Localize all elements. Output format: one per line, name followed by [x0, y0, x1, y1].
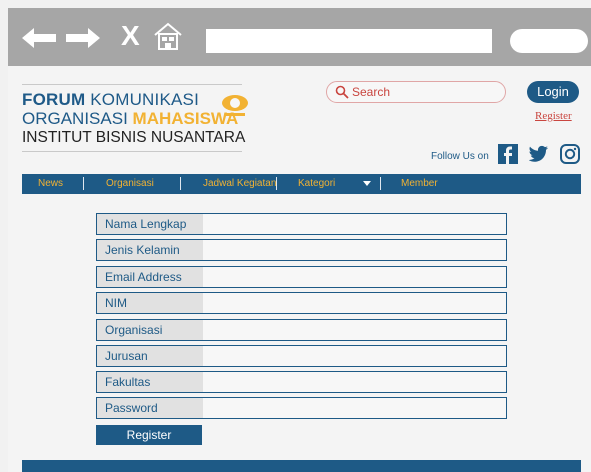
field-label: Jenis Kelamin	[97, 240, 203, 260]
facebook-icon[interactable]	[498, 144, 518, 164]
search-input[interactable]: Search	[326, 81, 506, 103]
jurusan-field[interactable]: Jurusan	[96, 345, 507, 367]
footer-bar	[22, 460, 581, 472]
register-link[interactable]: Register	[535, 110, 572, 122]
field-label: Organisasi	[97, 320, 203, 340]
brand-bottom-divider	[22, 151, 242, 152]
nav-divider	[180, 177, 181, 190]
jenis-kelamin-field[interactable]: Jenis Kelamin	[96, 239, 507, 261]
nama-lengkap-field[interactable]: Nama Lengkap	[96, 213, 507, 235]
nav-divider	[276, 177, 277, 190]
chevron-down-icon[interactable]	[363, 181, 371, 186]
follow-label: Follow Us on	[431, 151, 489, 162]
field-label: Password	[97, 398, 203, 418]
nav-divider	[83, 177, 84, 190]
login-button[interactable]: Login	[527, 81, 579, 103]
fakultas-field[interactable]: Fakultas	[96, 371, 507, 393]
nav-item-member[interactable]: Member	[401, 178, 438, 189]
forward-arrow-icon[interactable]	[66, 28, 100, 48]
brand-line-3: INSTITUT BISNIS NUSANTARA	[22, 129, 246, 146]
nav-item-jadwal-kegiatan[interactable]: Jadwal Kegiatan	[203, 178, 276, 189]
nav-item-organisasi[interactable]: Organisasi	[106, 178, 154, 189]
nav-item-kategori[interactable]: Kategori	[298, 178, 335, 189]
instagram-icon[interactable]	[560, 144, 580, 164]
close-button[interactable]: X	[121, 20, 140, 52]
field-label: Fakultas	[97, 372, 203, 392]
twitter-icon[interactable]	[529, 144, 549, 164]
field-label: NIM	[97, 293, 203, 313]
nav-divider	[380, 177, 381, 190]
brand-top-divider	[22, 84, 242, 85]
back-arrow-icon[interactable]	[22, 28, 56, 48]
field-label: Jurusan	[97, 346, 203, 366]
address-bar[interactable]	[206, 29, 492, 53]
field-label: Nama Lengkap	[97, 214, 203, 234]
nav-item-news[interactable]: News	[38, 178, 63, 189]
browser-toolbar: X	[8, 8, 591, 66]
field-label: Email Address	[97, 267, 203, 287]
brand-line-1: FORUM KOMUNIKASI	[22, 90, 199, 109]
logo-icon	[222, 95, 248, 116]
search-placeholder: Search	[352, 85, 391, 99]
page-content: FORUM KOMUNIKASI ORGANISASI MAHASISWA IN…	[8, 66, 591, 472]
password-field[interactable]: Password	[96, 397, 507, 419]
browser-menu-box[interactable]	[510, 29, 588, 53]
home-icon[interactable]	[153, 21, 183, 51]
organisasi-field[interactable]: Organisasi	[96, 319, 507, 341]
main-nav: News Organisasi Jadwal Kegiatan Kategori…	[22, 174, 581, 194]
brand-line-2: ORGANISASI MAHASISWA	[22, 109, 239, 128]
register-button[interactable]: Register	[96, 425, 202, 445]
nim-field[interactable]: NIM	[96, 292, 507, 314]
email-field[interactable]: Email Address	[96, 266, 507, 288]
search-icon	[335, 85, 349, 99]
